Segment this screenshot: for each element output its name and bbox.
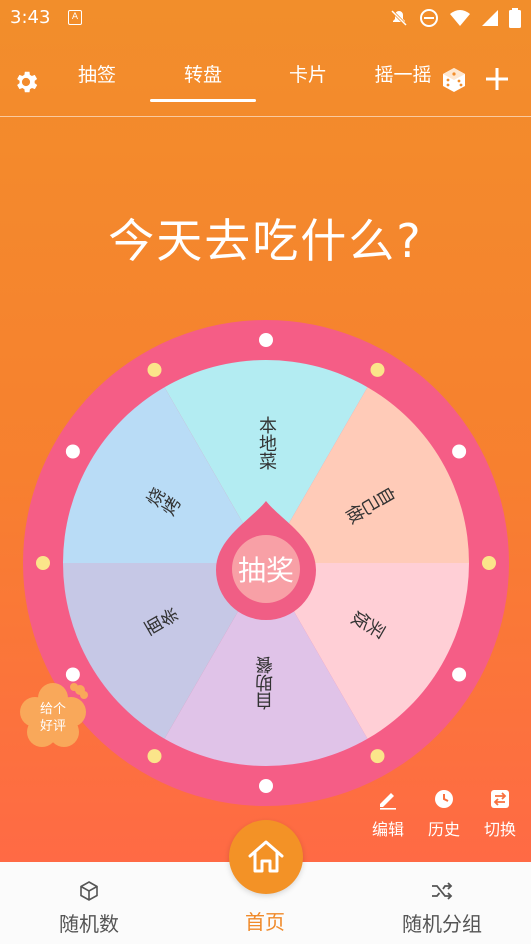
draw-button-label[interactable]: 抽奖 — [238, 554, 294, 587]
tab-shake[interactable]: 摇一摇 — [368, 60, 438, 87]
swap-icon — [491, 790, 509, 808]
wheel-light — [482, 556, 496, 570]
edit-label: 编辑 — [371, 820, 404, 839]
switch-button[interactable]: 切换 — [475, 788, 525, 840]
nav-random-group-label: 随机分组 — [402, 912, 482, 936]
mute-icon — [390, 9, 408, 27]
wheel-segment-label: 自助餐 — [255, 656, 276, 710]
nav-home-label[interactable]: 首页 — [215, 906, 315, 935]
status-icons — [389, 8, 521, 28]
header-divider — [0, 116, 531, 117]
switch-label: 切换 — [483, 820, 516, 839]
status-time: 3:43 — [10, 7, 51, 28]
spin-wheel[interactable]: 本地菜自己做买饭自助餐面条烧烤 抽奖 — [23, 320, 509, 806]
shuffle-icon — [432, 882, 453, 900]
wheel-light — [452, 667, 467, 682]
add-icon[interactable] — [482, 64, 512, 94]
home-button[interactable] — [229, 820, 303, 894]
rate-us-line1: 给个 — [39, 702, 66, 717]
wheel-light — [65, 444, 80, 459]
wheel-light — [370, 362, 385, 377]
nav-random-number[interactable]: 随机数 — [19, 880, 159, 937]
home-icon — [248, 840, 284, 873]
history-button[interactable]: 历史 — [419, 788, 469, 840]
wifi-icon — [450, 10, 470, 26]
pencil-icon — [380, 793, 396, 810]
battery-icon — [509, 8, 521, 28]
dnd-icon — [420, 9, 438, 27]
wheel-light — [259, 779, 273, 793]
wheel-light — [147, 749, 162, 764]
wheel-light — [147, 362, 162, 377]
cube-icon — [80, 881, 98, 901]
app-notification-icon: A — [68, 10, 82, 25]
tab-card[interactable]: 卡片 — [258, 60, 358, 87]
active-tab-indicator — [150, 99, 256, 102]
page-title: 今天去吃什么? — [108, 214, 423, 268]
tab-draw-lots[interactable]: 抽签 — [47, 60, 147, 87]
history-label: 历史 — [427, 820, 460, 839]
wheel-light — [65, 667, 80, 682]
status-bar: 3:43 A — [0, 0, 531, 36]
signal-icon — [482, 10, 498, 26]
nav-random-number-label: 随机数 — [59, 912, 119, 936]
top-nav: 抽签 转盘 卡片 摇一摇 — [0, 50, 531, 116]
tab-wheel[interactable]: 转盘 — [153, 60, 253, 87]
rate-us-line2: 好评 — [39, 719, 66, 734]
rate-us-badge[interactable]: 给个 好评 — [18, 682, 88, 750]
clock-icon — [435, 790, 453, 808]
edit-button[interactable]: 编辑 — [363, 788, 413, 840]
dice-icon[interactable] — [441, 67, 467, 93]
settings-gear-icon[interactable] — [12, 68, 40, 96]
wheel-light — [36, 556, 50, 570]
wheel-segment-label: 本地菜 — [256, 416, 277, 470]
nav-random-group[interactable]: 随机分组 — [372, 880, 512, 937]
wheel-light — [452, 444, 467, 459]
wheel-light — [259, 333, 273, 347]
wheel-light — [370, 749, 385, 764]
